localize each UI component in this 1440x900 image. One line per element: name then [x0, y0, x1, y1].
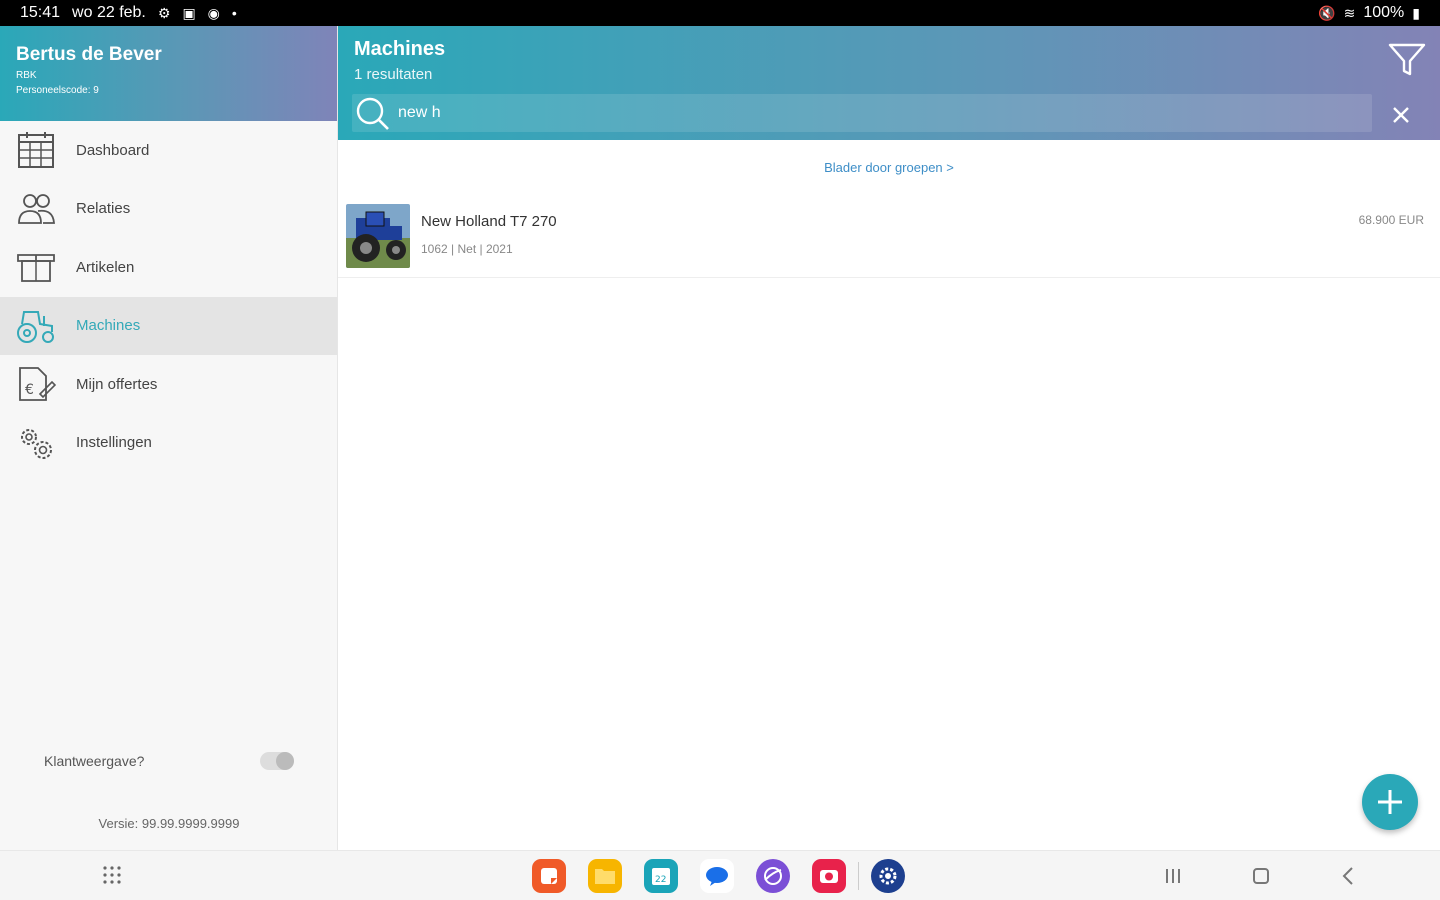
sidebar-item-relaties[interactable]: Relaties: [0, 180, 337, 239]
browse-groups-link[interactable]: Blader door groepen >: [338, 160, 1440, 175]
clear-search-button[interactable]: [1390, 104, 1412, 126]
dot-status-icon: •: [231, 5, 237, 21]
sidebar-item-label: Relaties: [76, 200, 131, 218]
sidebar-item-label: Mijn offertes: [76, 375, 158, 393]
user-profile-header: Bertus de Bever RBK Personeelscode: 9: [0, 26, 337, 121]
messages-app-icon[interactable]: [700, 859, 734, 893]
dock-divider: [858, 862, 859, 890]
sidebar-item-instellingen[interactable]: Instellingen: [0, 414, 337, 473]
battery-icon: ▮: [1412, 4, 1420, 21]
machine-title: New Holland T7 270: [421, 213, 557, 230]
page-title: Machines: [354, 38, 446, 60]
taskbar: 22: [0, 850, 1440, 900]
people-icon: [16, 189, 56, 229]
camera-app-icon[interactable]: [812, 859, 846, 893]
gears-icon: [16, 423, 56, 463]
machine-thumbnail: [346, 204, 410, 268]
sidebar-item-label: Dashboard: [76, 141, 150, 159]
add-button[interactable]: [1362, 774, 1418, 830]
customer-view-label: Klantweergave?: [44, 753, 145, 769]
back-button[interactable]: [1338, 865, 1360, 887]
sidebar-item-artikelen[interactable]: Artikelen: [0, 238, 337, 297]
machine-meta: 1062 | Net | 2021: [421, 242, 513, 256]
svg-text:€: €: [25, 382, 34, 398]
battery-level: 100%: [1363, 4, 1405, 21]
user-code: Personeelscode: 9: [16, 85, 99, 96]
sidebar: Bertus de Bever RBK Personeelscode: 9 Da…: [0, 26, 338, 850]
eye-status-icon: ◉: [207, 4, 220, 21]
version-text: Versie: 99.99.9999.9999: [98, 816, 240, 831]
settings-status-icon: ⚙: [157, 4, 171, 21]
tractor-icon: [16, 306, 56, 346]
status-time: 15:41: [20, 4, 61, 21]
files-app-icon[interactable]: [588, 859, 622, 893]
dock: 22: [532, 859, 905, 893]
search-bar[interactable]: [352, 94, 1372, 132]
wifi-status-icon: ≋: [1343, 4, 1356, 21]
plus-icon: [1378, 790, 1402, 814]
search-icon: [354, 95, 390, 131]
gallery-status-icon: ▣: [182, 4, 196, 21]
calendar-app-icon[interactable]: 22: [644, 859, 678, 893]
user-name: Bertus de Bever: [16, 44, 162, 65]
main-header: Machines 1 resultaten: [338, 26, 1440, 140]
machine-price: 68.900 EUR: [1358, 213, 1424, 227]
filter-icon[interactable]: [1388, 42, 1426, 78]
main-content: Blader door groepen > New Holland T7 270…: [338, 140, 1440, 850]
nav-menu: Dashboard Relaties Artikelen Machines € …: [0, 121, 337, 472]
customer-view-row: Klantweergave?: [0, 752, 338, 770]
svg-text:22: 22: [655, 875, 666, 885]
recent-apps-button[interactable]: [1162, 865, 1184, 887]
internet-app-icon[interactable]: [756, 859, 790, 893]
status-date: wo 22 feb.: [72, 4, 146, 21]
customer-view-toggle[interactable]: [260, 752, 294, 770]
calendar-icon: [16, 130, 56, 170]
search-input[interactable]: [398, 104, 1298, 122]
sidebar-item-dashboard[interactable]: Dashboard: [0, 121, 337, 180]
mute-status-icon: 🔇: [1318, 4, 1336, 21]
machine-list-item[interactable]: New Holland T7 270 1062 | Net | 2021 68.…: [338, 196, 1440, 278]
sidebar-item-label: Instellingen: [76, 434, 152, 452]
settings-app-icon[interactable]: [871, 859, 905, 893]
home-button[interactable]: [1250, 865, 1272, 887]
result-count: 1 resultaten: [354, 66, 433, 83]
status-bar: 15:41 wo 22 feb. ⚙ ▣ ◉ • 🔇 ≋ 100% ▮: [0, 0, 1440, 26]
user-company: RBK: [16, 70, 37, 81]
app-drawer-icon[interactable]: [102, 865, 122, 885]
quote-icon: €: [16, 364, 56, 404]
toggle-knob: [276, 752, 294, 770]
sidebar-item-machines[interactable]: Machines: [0, 296, 337, 355]
sidebar-item-label: Machines: [76, 317, 141, 335]
notes-app-icon[interactable]: [532, 859, 566, 893]
close-icon: [1393, 107, 1409, 123]
box-icon: [16, 247, 56, 287]
sidebar-item-mijn-offertes[interactable]: € Mijn offertes: [0, 355, 337, 414]
sidebar-item-label: Artikelen: [76, 258, 135, 276]
